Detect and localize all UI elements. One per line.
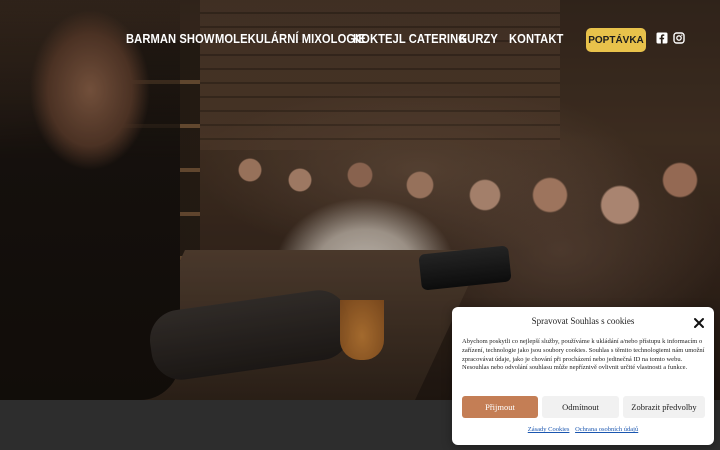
cookie-policy-link[interactable]: Zásady Cookies — [528, 426, 570, 433]
privacy-policy-link[interactable]: Ochrana osobních údajů — [575, 426, 638, 433]
cookie-policy-links: Zásady Cookies Ochrana osobních údajů — [452, 426, 714, 433]
instagram-icon[interactable] — [673, 32, 685, 44]
main-navigation: BARMAN SHOW MOLEKULÁRNÍ MIXOLOGIE KOKTEJ… — [0, 0, 720, 80]
cookie-dialog-title: Spravovat Souhlas s cookies — [531, 316, 635, 326]
nav-item-kontakt[interactable]: KONTAKT — [509, 31, 563, 46]
nav-item-molekularni-mixologie[interactable]: MOLEKULÁRNÍ MIXOLOGIE — [215, 31, 366, 46]
nav-item-koktejl-catering[interactable]: KOKTEJL CATERING — [353, 31, 467, 46]
view-preferences-button[interactable]: Zobrazit předvolby — [623, 396, 705, 418]
nav-item-barman-show[interactable]: BARMAN SHOW — [126, 31, 215, 46]
accept-cookies-button[interactable]: Přijmout — [462, 396, 538, 418]
cookie-consent-dialog: Spravovat Souhlas s cookies Abychom posk… — [452, 307, 714, 445]
facebook-icon[interactable] — [656, 32, 668, 44]
cookie-description: Abychom poskytli co nejlepší služby, pou… — [462, 338, 705, 372]
deny-cookies-button[interactable]: Odmítnout — [542, 396, 619, 418]
nav-item-kurzy[interactable]: KURZY — [459, 31, 498, 46]
close-icon[interactable] — [693, 317, 705, 329]
inquiry-button[interactable]: POPTÁVKA — [586, 28, 646, 52]
